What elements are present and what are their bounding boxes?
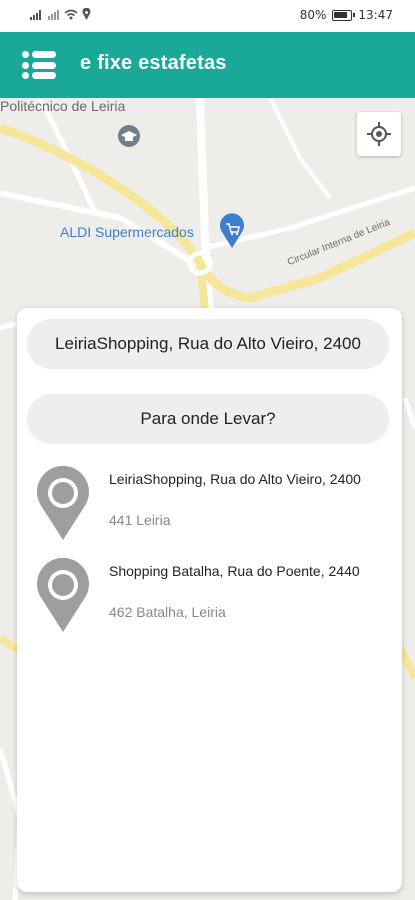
signal-icon-2 [48,9,60,23]
route-card: LeiriaShopping, Rua do Alto Vieiro, 2400… [17,308,402,892]
app-title: e fixe estafetas [80,52,227,74]
result-item[interactable]: LeiriaShopping, Rua do Alto Vieiro, 2400… [17,466,402,552]
result-address: LeiriaShopping, Rua do Alto Vieiro, 2400 [109,471,361,487]
signal-icon [30,9,44,23]
map-label-aldi: ALDI Supermercados [60,224,194,240]
clock: 13:47 [358,8,393,22]
location-pin-icon [37,558,89,632]
my-location-button[interactable] [357,112,401,156]
location-icon [82,7,91,23]
destination-input[interactable]: Para onde Levar? [27,394,389,444]
map-label-politecnico: Politécnico de Leiria [0,98,126,114]
result-locality: 441 Leiria [109,512,171,528]
status-icons-right: 80% 13:47 [300,8,393,22]
result-item[interactable]: Shopping Batalha, Rua do Poente, 2440 46… [17,558,402,644]
crosshair-icon [367,122,391,146]
wifi-icon [64,9,78,23]
result-locality: 462 Batalha, Leiria [109,604,226,620]
university-poi-icon [118,125,140,147]
battery-icon [332,9,356,21]
battery-percent: 80% [299,8,327,22]
status-icons-left [30,7,91,23]
origin-input[interactable]: LeiriaShopping, Rua do Alto Vieiro, 2400 [27,319,389,369]
status-bar: 80% 13:47 [0,0,415,32]
result-address: Shopping Batalha, Rua do Poente, 2440 [109,563,360,579]
app-bar: e fixe estafetas [0,32,415,98]
menu-icon[interactable] [22,51,56,79]
location-pin-icon [37,466,89,540]
